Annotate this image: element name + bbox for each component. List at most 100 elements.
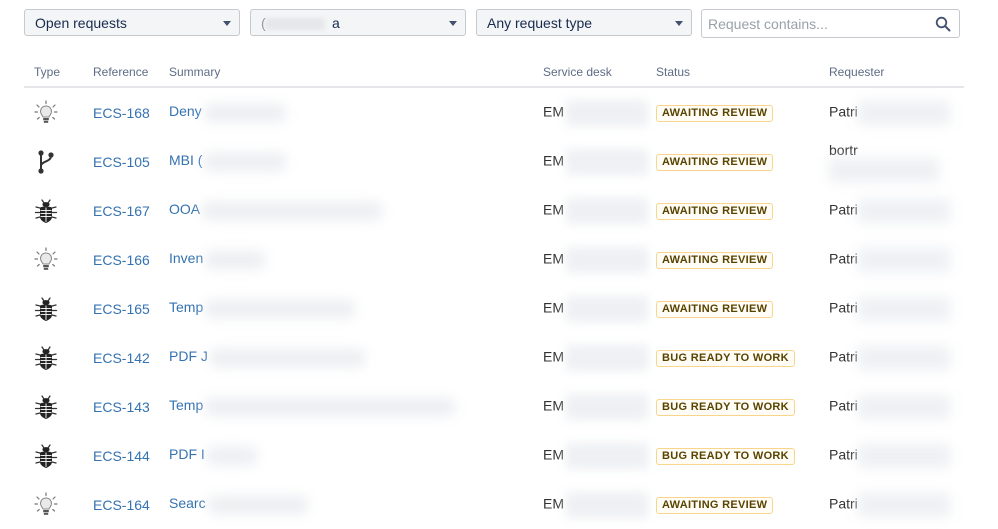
- request-reference-link[interactable]: ECS-167: [93, 203, 150, 219]
- table-row[interactable]: ECS-142 PDF J EM BUG READY TO WORK Patri: [24, 333, 964, 382]
- table-header-row: Type Reference Summary Service desk Stat…: [24, 58, 964, 88]
- filter-bar: Open requests ( a Any request type: [24, 9, 960, 38]
- status-filter-value: Open requests: [35, 15, 127, 31]
- status-badge: AWAITING REVIEW: [656, 252, 774, 269]
- service-desk-name: EM: [543, 495, 564, 512]
- service-desk-name: EM: [543, 152, 564, 169]
- request-reference-link[interactable]: ECS-165: [93, 301, 150, 317]
- bug-icon: [32, 197, 60, 225]
- redacted-region: [205, 397, 456, 416]
- redacted-region: [566, 148, 648, 175]
- redacted-region: [206, 446, 257, 465]
- request-summary-link[interactable]: Deny: [169, 103, 202, 119]
- request-summary-link[interactable]: Inven: [169, 250, 203, 266]
- bug-icon: [32, 442, 60, 470]
- requester-name: Patri: [829, 201, 858, 218]
- status-badge: BUG READY TO WORK: [656, 448, 795, 465]
- redacted-region: [857, 345, 950, 370]
- table-row[interactable]: ECS-168 Deny EM AWAITING REVIEW Patri: [24, 87, 964, 137]
- redacted-region: [566, 246, 648, 273]
- service-desk-name: EM: [543, 299, 564, 316]
- request-summary-link[interactable]: OOA: [169, 201, 200, 217]
- request-reference-link[interactable]: ECS-142: [93, 350, 150, 366]
- service-desk-name: EM: [543, 348, 564, 365]
- table-row[interactable]: ECS-144 PDF I EM BUG READY TO WORK Patri: [24, 431, 964, 480]
- lightbulb-icon: [32, 99, 60, 127]
- redacted-region: [857, 198, 950, 223]
- redacted-region: [829, 157, 939, 182]
- request-reference-link[interactable]: ECS-144: [93, 448, 150, 464]
- redacted-region: [566, 295, 648, 322]
- status-badge: AWAITING REVIEW: [656, 301, 774, 318]
- requests-table: Type Reference Summary Service desk Stat…: [24, 58, 964, 529]
- bug-icon: [32, 344, 60, 372]
- service-desk-name: EM: [543, 397, 564, 414]
- redacted-region: [202, 201, 383, 220]
- requester-name: Patri: [829, 495, 858, 512]
- request-reference-link[interactable]: ECS-168: [93, 105, 150, 121]
- redacted-region: [204, 152, 287, 171]
- status-filter-select[interactable]: Open requests: [24, 9, 240, 36]
- redacted-region: [857, 100, 950, 125]
- service-desk-name: EM: [543, 201, 564, 218]
- table-row[interactable]: ECS-166 Inven EM AWAITING REVIEW Patri: [24, 235, 964, 284]
- table-row[interactable]: ECS-143 Temp EM BUG READY TO WORK Patri: [24, 382, 964, 431]
- column-header-reference: Reference: [93, 58, 169, 88]
- redacted-region: [566, 99, 648, 126]
- redacted-region: [209, 348, 365, 367]
- requester-name: Patri: [829, 103, 858, 120]
- request-type-filter-select[interactable]: Any request type: [476, 9, 692, 36]
- search-icon[interactable]: [935, 16, 951, 32]
- requester-name: Patri: [829, 250, 858, 267]
- request-summary-link[interactable]: Searc: [169, 495, 206, 511]
- chevron-down-icon: [449, 21, 457, 26]
- request-search: [701, 9, 960, 38]
- request-summary-link[interactable]: Temp: [169, 397, 203, 413]
- status-badge: AWAITING REVIEW: [656, 154, 774, 171]
- redacted-region: [857, 394, 950, 419]
- redacted-region: [203, 103, 286, 122]
- redacted-region: [265, 18, 325, 30]
- column-header-requester: Requester: [829, 58, 964, 88]
- table-row[interactable]: ECS-164 Searc EM AWAITING REVIEW Patri: [24, 480, 964, 529]
- lightbulb-icon: [32, 246, 60, 274]
- chevron-down-icon: [675, 21, 683, 26]
- request-summary-link[interactable]: Temp: [169, 299, 203, 315]
- status-badge: BUG READY TO WORK: [656, 350, 795, 367]
- requester-name: bortr: [829, 141, 858, 158]
- requester-name: Patri: [829, 348, 858, 365]
- requester-name: Patri: [829, 397, 858, 414]
- service-desk-name: EM: [543, 250, 564, 267]
- redacted-region: [566, 393, 648, 420]
- status-badge: AWAITING REVIEW: [656, 203, 774, 220]
- table-row[interactable]: ECS-167 OOA EM AWAITING REVIEW Patri: [24, 186, 964, 235]
- table-row[interactable]: ECS-105 MBI ( EM AWAITING REVIEW bortr: [24, 137, 964, 186]
- request-reference-link[interactable]: ECS-164: [93, 497, 150, 513]
- branch-icon: [32, 148, 60, 176]
- person-filter-prefix: (: [261, 15, 266, 31]
- bug-icon: [32, 295, 60, 323]
- request-summary-link[interactable]: MBI (: [169, 152, 202, 168]
- redacted-region: [566, 344, 648, 371]
- redacted-region: [857, 296, 950, 321]
- redacted-region: [857, 443, 950, 468]
- redacted-region: [566, 491, 648, 518]
- request-reference-link[interactable]: ECS-143: [93, 399, 150, 415]
- request-search-input[interactable]: [702, 10, 928, 37]
- column-header-type: Type: [24, 58, 93, 88]
- requester-name: Patri: [829, 299, 858, 316]
- column-header-service-desk: Service desk: [543, 58, 656, 88]
- request-reference-link[interactable]: ECS-166: [93, 252, 150, 268]
- request-summary-link[interactable]: PDF I: [169, 446, 205, 462]
- table-row[interactable]: ECS-165 Temp EM AWAITING REVIEW Patri: [24, 284, 964, 333]
- person-filter-value: a: [332, 15, 340, 31]
- redacted-region: [566, 197, 648, 224]
- request-type-filter-value: Any request type: [487, 15, 593, 31]
- redacted-region: [205, 250, 266, 269]
- request-reference-link[interactable]: ECS-105: [93, 154, 150, 170]
- redacted-region: [205, 299, 356, 318]
- request-summary-link[interactable]: PDF J: [169, 348, 208, 364]
- status-badge: BUG READY TO WORK: [656, 399, 795, 416]
- person-filter-select[interactable]: ( a: [250, 9, 466, 36]
- requester-name: Patri: [829, 446, 858, 463]
